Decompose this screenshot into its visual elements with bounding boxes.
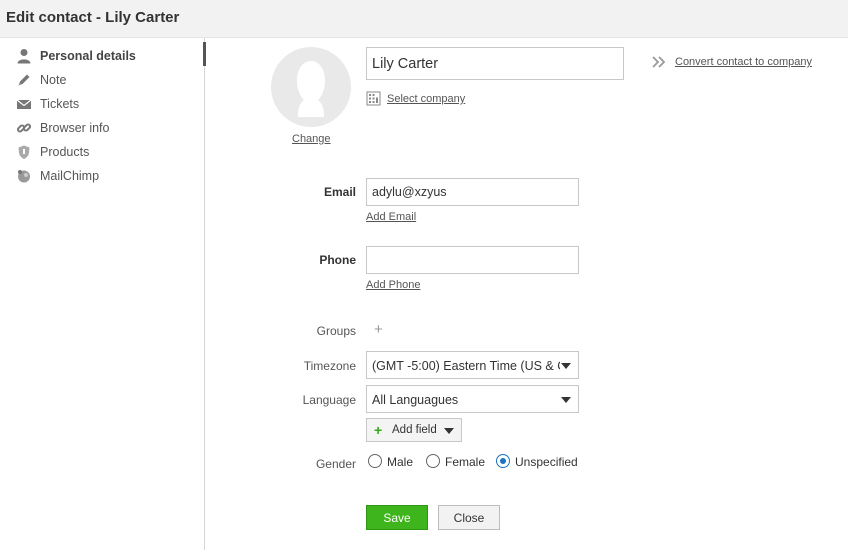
- add-phone-link[interactable]: Add Phone: [366, 279, 420, 291]
- add-group-plus-icon[interactable]: +: [374, 322, 383, 337]
- sidebar-item-label: Personal details: [40, 49, 136, 63]
- timezone-value: (GMT -5:00) Eastern Time (US & Canada): [372, 359, 560, 373]
- save-button[interactable]: Save: [366, 505, 428, 530]
- caret-down-icon: [561, 397, 571, 403]
- person-icon: [17, 49, 31, 64]
- change-avatar-link[interactable]: Change: [292, 133, 331, 145]
- contact-name-input[interactable]: [366, 47, 624, 80]
- sidebar-item-products[interactable]: Products: [0, 141, 205, 163]
- caret-down-icon: [561, 363, 571, 369]
- timezone-label: Timezone: [303, 359, 356, 373]
- email-label: Email: [323, 185, 356, 199]
- groups-label: Groups: [316, 324, 356, 338]
- pencil-icon: [18, 74, 30, 86]
- language-value: All Languagues: [372, 393, 459, 407]
- sidebar: Personal details Note Tickets Browser in…: [0, 38, 206, 550]
- sidebar-item-personal-details[interactable]: Personal details: [0, 42, 206, 67]
- caret-down-icon: [444, 428, 454, 434]
- phone-field[interactable]: [366, 246, 579, 274]
- gender-radio-unspecified[interactable]: [496, 454, 510, 468]
- language-label: Language: [302, 393, 356, 407]
- sidebar-item-label: Note: [40, 73, 67, 87]
- gender-label: Gender: [315, 457, 356, 471]
- select-company-link[interactable]: Select company: [387, 93, 465, 105]
- sidebar-item-tickets[interactable]: Tickets: [0, 93, 205, 115]
- gender-option-label: Unspecified: [515, 455, 578, 469]
- add-email-link[interactable]: Add Email: [366, 211, 416, 223]
- envelope-icon: [16, 99, 32, 109]
- mailchimp-icon: [18, 170, 30, 183]
- convert-to-company-link[interactable]: Convert contact to company: [675, 56, 812, 68]
- close-button[interactable]: Close: [438, 505, 500, 530]
- plus-icon: +: [374, 422, 383, 438]
- gender-radio-male[interactable]: [368, 454, 382, 468]
- sidebar-item-label: Tickets: [40, 97, 80, 111]
- sidebar-item-label: Browser info: [40, 121, 110, 135]
- sidebar-item-browser-info[interactable]: Browser info: [0, 117, 205, 139]
- main-content: Change Select company Convert contact to…: [206, 38, 848, 550]
- gender-radio-female[interactable]: [426, 454, 440, 468]
- title-bar: Edit contact - Lily Carter: [0, 0, 848, 38]
- company-icon: [366, 91, 381, 106]
- add-field-button[interactable]: + Add field: [366, 418, 462, 442]
- avatar-placeholder-icon: [297, 61, 325, 117]
- double-chevron-right-icon: [652, 56, 666, 68]
- gender-option-label: Female: [445, 455, 486, 469]
- window-title: Edit contact - Lily Carter: [6, 9, 180, 26]
- sidebar-item-label: Products: [40, 145, 90, 159]
- avatar: [271, 47, 351, 127]
- timezone-select[interactable]: (GMT -5:00) Eastern Time (US & Canada): [366, 351, 579, 379]
- link-icon: [16, 123, 32, 133]
- shield-icon: [18, 145, 30, 159]
- language-select[interactable]: All Languagues: [366, 385, 579, 413]
- add-field-label: Add field: [392, 424, 437, 436]
- sidebar-item-label: MailChimp: [40, 169, 100, 183]
- sidebar-item-mailchimp[interactable]: MailChimp: [0, 165, 205, 187]
- email-field[interactable]: [366, 178, 579, 206]
- phone-label: Phone: [319, 253, 356, 267]
- sidebar-item-note[interactable]: Note: [0, 69, 205, 91]
- gender-option-label: Male: [387, 455, 414, 469]
